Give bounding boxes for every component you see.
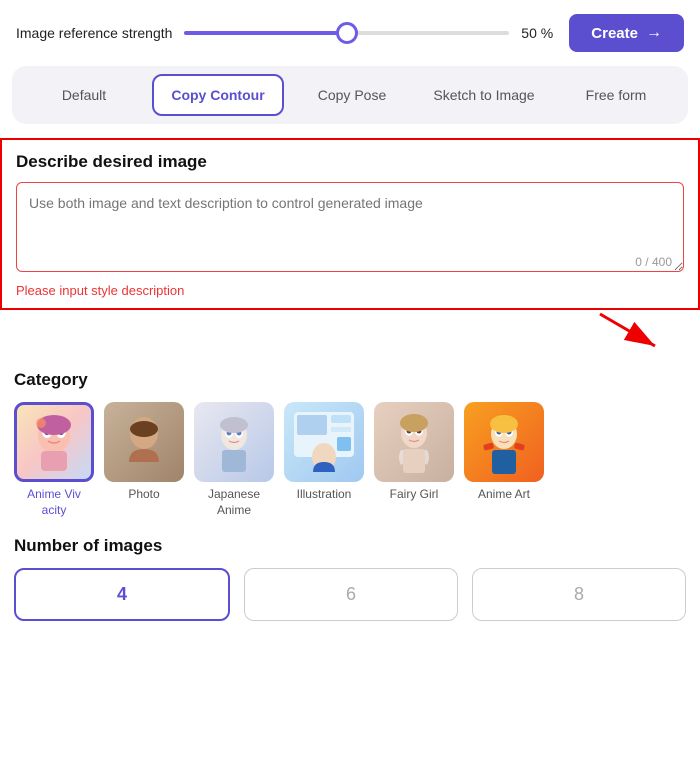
category-title: Category: [14, 370, 686, 390]
category-label-fairy-girl: Fairy Girl: [390, 487, 439, 503]
category-img-anime-vivacity: [14, 402, 94, 482]
red-arrow-container: [0, 304, 700, 354]
num-images-grid: 4 6 8: [14, 568, 686, 621]
num-btn-4[interactable]: 4: [14, 568, 230, 621]
tab-copy-pose[interactable]: Copy Pose: [288, 76, 416, 114]
strength-label: Image reference strength: [16, 25, 172, 41]
tab-copy-contour[interactable]: Copy Contour: [152, 74, 284, 116]
error-text: Please input style description: [16, 283, 684, 298]
describe-section: Describe desired image 0 / 400 Please in…: [0, 138, 700, 310]
describe-title: Describe desired image: [16, 152, 684, 172]
category-item-japanese-anime[interactable]: JapaneseAnime: [194, 402, 274, 518]
textarea-wrapper: 0 / 400: [16, 182, 684, 277]
category-grid: Anime Vivacity Photo: [14, 402, 686, 518]
create-button[interactable]: Create →: [569, 14, 684, 52]
category-img-photo: [104, 402, 184, 482]
category-img-fairy-girl: [374, 402, 454, 482]
slider-thumb[interactable]: [336, 22, 358, 44]
tab-free-form[interactable]: Free form: [552, 76, 680, 114]
tab-default[interactable]: Default: [20, 76, 148, 114]
strength-slider[interactable]: [184, 23, 509, 43]
category-label-anime-vivacity: Anime Vivacity: [27, 487, 81, 518]
category-img-japanese-anime: [194, 402, 274, 482]
describe-textarea[interactable]: [16, 182, 684, 272]
category-item-illustration[interactable]: Illustration: [284, 402, 364, 518]
category-item-photo[interactable]: Photo: [104, 402, 184, 518]
category-label-japanese-anime: JapaneseAnime: [208, 487, 260, 518]
category-label-anime-art: Anime Art: [478, 487, 530, 503]
category-img-anime-art: [464, 402, 544, 482]
category-section: Category Anime Vivacity: [0, 358, 700, 530]
num-btn-8[interactable]: 8: [472, 568, 686, 621]
slider-track: [184, 31, 509, 35]
category-item-fairy-girl[interactable]: Fairy Girl: [374, 402, 454, 518]
strength-value: 50 %: [521, 25, 557, 41]
create-arrow-icon: →: [646, 24, 662, 42]
category-label-illustration: Illustration: [297, 487, 352, 503]
num-btn-6[interactable]: 6: [244, 568, 458, 621]
char-count: 0 / 400: [635, 255, 672, 269]
tab-sketch-to-image[interactable]: Sketch to Image: [420, 76, 548, 114]
top-bar: Image reference strength 50 % Create →: [0, 0, 700, 66]
red-arrow-icon: [590, 304, 670, 354]
category-img-illustration: [284, 402, 364, 482]
num-images-title: Number of images: [14, 536, 686, 556]
tab-bar: Default Copy Contour Copy Pose Sketch to…: [12, 66, 688, 124]
num-images-section: Number of images 4 6 8: [0, 530, 700, 641]
category-item-anime-art[interactable]: Anime Art: [464, 402, 544, 518]
create-label: Create: [591, 25, 638, 42]
category-label-photo: Photo: [128, 487, 159, 503]
category-item-anime-vivacity[interactable]: Anime Vivacity: [14, 402, 94, 518]
